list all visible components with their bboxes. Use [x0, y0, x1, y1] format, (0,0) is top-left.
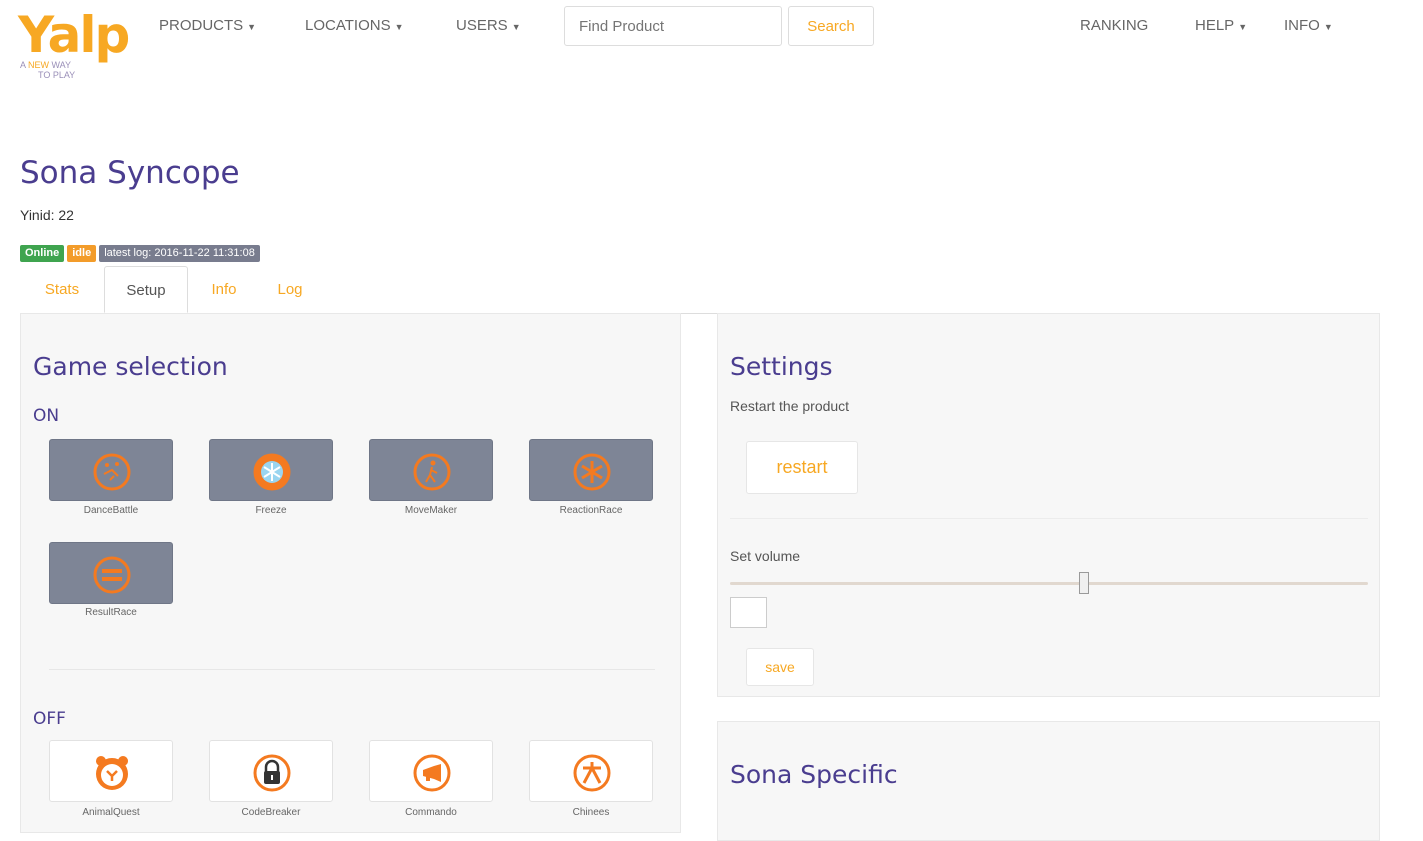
caret-down-icon: ▼ — [1238, 22, 1248, 32]
nav-info[interactable]: INFO ▼ — [1284, 17, 1333, 34]
snowflake-icon — [253, 453, 291, 491]
settings-panel: Settings Restart the product restart Set… — [717, 313, 1380, 697]
nav-help[interactable]: HELP ▼ — [1195, 17, 1247, 34]
nav-locations[interactable]: LOCATIONS ▼ — [305, 17, 404, 34]
volume-value-input[interactable] — [730, 597, 767, 628]
logo-tagline-2: TO PLAY — [38, 70, 76, 80]
latest-log-badge: latest log: 2016-11-22 11:31:08 — [99, 245, 260, 262]
nav-products[interactable]: PRODUCTS ▼ — [159, 17, 256, 34]
save-button[interactable]: save — [746, 648, 814, 686]
tab-stats[interactable]: Stats — [20, 266, 104, 312]
game-label: CodeBreaker — [241, 807, 301, 818]
settings-divider — [730, 518, 1368, 519]
game-tile-commando[interactable] — [369, 740, 493, 802]
tab-bar: Stats Setup Info Log — [20, 266, 1380, 314]
game-tile-resultrace[interactable] — [49, 542, 173, 604]
game-selection-panel: Game selection ON DanceBattle Freeze Mov… — [20, 313, 681, 833]
tab-log[interactable]: Log — [260, 266, 320, 312]
game-label: Freeze — [255, 505, 287, 516]
bear-icon — [96, 756, 128, 790]
nav-users[interactable]: USERS ▼ — [456, 17, 521, 34]
settings-title: Settings — [730, 352, 833, 381]
game-selection-title: Game selection — [33, 352, 228, 381]
idle-badge: idle — [67, 245, 97, 262]
game-tile-animalquest[interactable] — [49, 740, 173, 802]
search-button[interactable]: Search — [788, 6, 874, 46]
game-label: DanceBattle — [83, 505, 139, 516]
dance-icon — [93, 453, 131, 491]
game-tile-codebreaker[interactable] — [209, 740, 333, 802]
sona-specific-panel: Sona Specific — [717, 721, 1380, 841]
caret-down-icon: ▼ — [394, 22, 404, 32]
restart-button[interactable]: restart — [746, 441, 858, 494]
equals-icon — [93, 556, 131, 594]
megaphone-icon — [413, 754, 451, 792]
sona-specific-title: Sona Specific — [730, 760, 898, 789]
on-section-label: ON — [33, 406, 60, 426]
game-label: ReactionRace — [559, 505, 623, 516]
search-input[interactable] — [564, 6, 782, 46]
volume-slider-handle[interactable] — [1079, 572, 1090, 594]
caret-down-icon: ▼ — [511, 22, 521, 32]
game-label: Commando — [405, 807, 457, 818]
tab-info[interactable]: Info — [196, 266, 252, 312]
game-tile-chinees[interactable] — [529, 740, 653, 802]
restart-description: Restart the product — [730, 398, 850, 414]
online-badge: Online — [20, 245, 65, 262]
caret-down-icon: ▼ — [247, 22, 257, 32]
chinese-character-icon — [573, 754, 611, 792]
game-tile-dancebattle[interactable] — [49, 439, 173, 501]
volume-slider-track[interactable] — [730, 582, 1368, 585]
walker-icon — [413, 453, 451, 491]
game-label: Chinees — [572, 807, 610, 818]
nav-ranking[interactable]: RANKING — [1080, 17, 1148, 34]
logo-wordmark: Yalp — [18, 6, 130, 64]
asterisk-icon — [573, 453, 611, 491]
page-title: Sona Syncope — [20, 155, 240, 191]
padlock-icon — [253, 754, 291, 792]
status-badges: Online idle latest log: 2016-11-22 11:31:0… — [20, 245, 263, 262]
section-divider — [49, 669, 655, 670]
off-section-label: OFF — [33, 709, 66, 729]
game-label: MoveMaker — [404, 505, 458, 516]
caret-down-icon: ▼ — [1323, 22, 1333, 32]
tab-setup[interactable]: Setup — [104, 266, 188, 313]
game-label: ResultRace — [85, 607, 137, 618]
volume-label: Set volume — [730, 548, 801, 564]
yinid-label: Yinid: 22 — [20, 207, 74, 223]
yalp-logo[interactable]: Yalp A NEW WAY TO PLAY — [18, 6, 130, 92]
game-label: AnimalQuest — [82, 807, 140, 818]
game-tile-freeze[interactable] — [209, 439, 333, 501]
game-tile-reactionrace[interactable] — [529, 439, 653, 501]
game-tile-movemaker[interactable] — [369, 439, 493, 501]
